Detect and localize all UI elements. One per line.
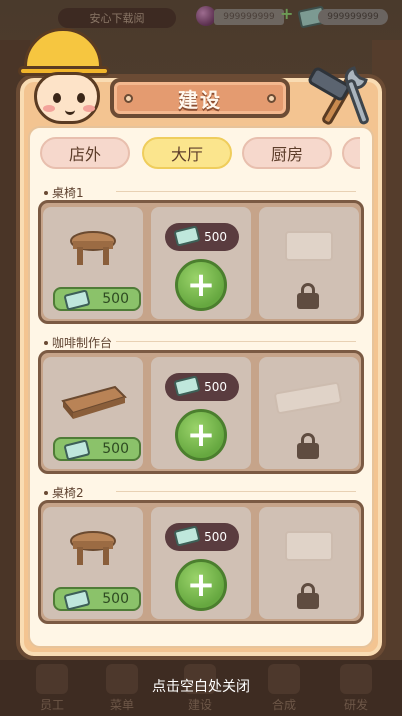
tab-outside[interactable]: 店外 bbox=[40, 137, 130, 169]
price-button[interactable]: 500 bbox=[53, 287, 141, 311]
wood-counter-icon bbox=[61, 385, 127, 419]
nav-research[interactable]: 研发 bbox=[336, 696, 376, 713]
cost-tag: 500 bbox=[165, 523, 239, 551]
divider bbox=[116, 341, 356, 342]
item-slot-owned[interactable]: 500 bbox=[43, 507, 143, 619]
item-tray: 500 500 + bbox=[38, 200, 364, 324]
section-title: 咖啡制作台 bbox=[44, 334, 112, 351]
close-hint[interactable]: 点击空白处关闭 bbox=[0, 676, 402, 696]
item-tray: 500 500 + bbox=[38, 350, 364, 474]
tab-hall[interactable]: 大厅 bbox=[142, 137, 232, 169]
nav-menu[interactable]: 菜单 bbox=[102, 696, 142, 713]
cash-icon bbox=[63, 439, 91, 461]
blush bbox=[83, 105, 95, 112]
item-slot-owned[interactable]: 500 bbox=[43, 357, 143, 469]
mascot-face bbox=[34, 72, 100, 124]
bolt-icon bbox=[124, 94, 133, 103]
modal-title-banner: 建设 bbox=[110, 78, 290, 118]
price-button[interactable]: 500 bbox=[53, 587, 141, 611]
cash-counter: 999999999 bbox=[318, 9, 388, 25]
blush bbox=[43, 105, 55, 112]
round-table-icon bbox=[70, 531, 116, 565]
nav-build[interactable]: 建设 bbox=[180, 696, 220, 713]
download-pill[interactable]: 安心下载阅 bbox=[58, 8, 176, 28]
bolt-icon bbox=[267, 94, 276, 103]
cash-icon bbox=[173, 525, 201, 547]
lock-icon bbox=[297, 433, 319, 459]
add-gems-icon[interactable]: + bbox=[280, 4, 293, 23]
price-value: 500 bbox=[102, 441, 129, 457]
lock-body bbox=[297, 443, 319, 459]
item-slot-locked bbox=[259, 207, 359, 319]
item-slot-locked bbox=[259, 507, 359, 619]
tab-more[interactable] bbox=[342, 137, 360, 169]
lock-body bbox=[297, 593, 319, 609]
item-slot-owned[interactable]: 500 bbox=[43, 207, 143, 319]
add-button[interactable]: + bbox=[175, 559, 227, 611]
locked-item-ghost bbox=[285, 531, 333, 561]
add-button[interactable]: + bbox=[175, 259, 227, 311]
cost-tag: 500 bbox=[165, 373, 239, 401]
gem-icon bbox=[196, 6, 216, 26]
item-slot-locked bbox=[259, 357, 359, 469]
cost-value: 500 bbox=[204, 380, 227, 394]
section-title: 桌椅2 bbox=[44, 484, 84, 501]
cash-icon bbox=[63, 289, 91, 311]
add-button[interactable]: + bbox=[175, 409, 227, 461]
hammer-wrench-icon bbox=[308, 66, 369, 125]
lock-icon bbox=[297, 583, 319, 609]
gem-counter: 999999999 bbox=[214, 9, 284, 25]
modal-title: 建设 bbox=[178, 87, 222, 112]
round-table-icon bbox=[70, 231, 116, 265]
cash-icon bbox=[173, 225, 201, 247]
price-value: 500 bbox=[102, 591, 129, 607]
eye bbox=[53, 93, 61, 103]
lock-icon bbox=[297, 283, 319, 309]
nav-staff[interactable]: 员工 bbox=[32, 696, 72, 713]
divider bbox=[116, 191, 356, 192]
section-title: 桌椅1 bbox=[44, 184, 84, 201]
nav-merge[interactable]: 合成 bbox=[264, 696, 304, 713]
item-tray: 500 500 + bbox=[38, 500, 364, 624]
locked-item-ghost bbox=[273, 381, 343, 415]
mouth bbox=[65, 109, 75, 115]
eye bbox=[77, 93, 85, 103]
cost-tag: 500 bbox=[165, 223, 239, 251]
category-tabs: 店外 大厅 厨房 bbox=[38, 137, 360, 171]
price-value: 500 bbox=[102, 291, 129, 307]
cost-value: 500 bbox=[204, 230, 227, 244]
divider bbox=[116, 491, 356, 492]
cash-icon bbox=[63, 589, 91, 611]
item-slot-buy[interactable]: 500 + bbox=[151, 507, 251, 619]
cash-icon bbox=[173, 375, 201, 397]
mascot-builder bbox=[18, 28, 118, 128]
price-button[interactable]: 500 bbox=[53, 437, 141, 461]
item-slot-buy[interactable]: 500 + bbox=[151, 357, 251, 469]
item-slot-buy[interactable]: 500 + bbox=[151, 207, 251, 319]
lock-body bbox=[297, 293, 319, 309]
tab-kitchen[interactable]: 厨房 bbox=[242, 137, 332, 169]
locked-item-ghost bbox=[285, 231, 333, 261]
cost-value: 500 bbox=[204, 530, 227, 544]
